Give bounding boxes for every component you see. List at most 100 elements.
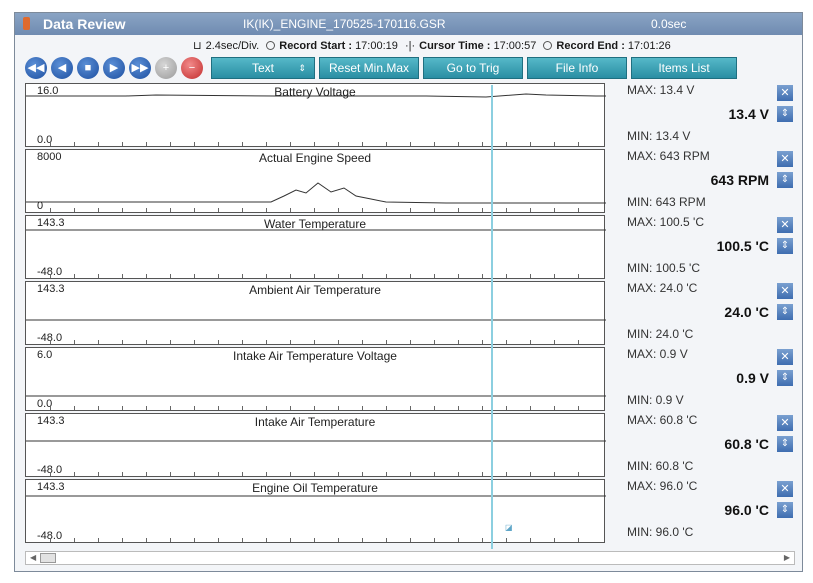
time-ticks [26,402,604,410]
max-value: MAX: 96.0 'C [627,479,698,493]
close-icon: ✕ [780,483,790,495]
remove-item-button[interactable]: ✕ [777,85,793,101]
remove-item-button[interactable]: ✕ [777,151,793,167]
panel-name: Water Temperature [263,217,367,231]
graph-panel-ambient-air-temperature[interactable]: 143.3 Ambient Air Temperature -48.0 [25,281,606,345]
reorder-item-button[interactable]: ⇕ [777,436,793,452]
time-div: 2.4sec/Div. [205,40,260,52]
time-tick [362,142,363,146]
rewind-button[interactable]: ◀◀ [25,57,47,79]
time-tick [170,208,171,212]
reset-minmax-button[interactable]: Reset Min.Max [319,57,419,79]
time-tick [98,472,99,476]
close-icon: ✕ [780,87,790,99]
remove-item-button[interactable]: ✕ [777,415,793,431]
time-tick [242,142,243,146]
max-value: MAX: 643 RPM [627,149,710,163]
scroll-left-icon[interactable]: ◀ [30,553,36,562]
spinner-icon: ⇕ [298,63,306,73]
time-tick [74,208,75,212]
value-row-water-temperature: MAX: 100.5 'C ✕ 100.5 'C ⇕ MIN: 100.5 'C [627,215,803,281]
time-tick [458,538,459,542]
time-tick [218,274,219,278]
time-tick [218,208,219,212]
time-tick [410,208,411,212]
up-down-icon: ⇕ [780,174,790,185]
file-name: IK(IK)_ENGINE_170525-170116.GSR [243,17,446,31]
horizontal-scrollbar[interactable]: ◀ ▶ [25,551,795,565]
file-info-button[interactable]: File Info [527,57,627,79]
time-tick [410,538,411,542]
play-button[interactable]: ▶ [103,57,125,79]
time-tick [506,340,507,344]
zoom-out-button[interactable]: − [181,57,203,79]
up-down-icon: ⇕ [780,108,790,119]
time-tick [458,340,459,344]
time-tick [386,340,387,344]
step-back-button[interactable]: ◀ [51,57,73,79]
stop-button[interactable]: ■ [77,57,99,79]
reorder-item-button[interactable]: ⇕ [777,370,793,386]
scroll-thumb[interactable] [40,553,56,563]
remove-item-button[interactable]: ✕ [777,481,793,497]
reorder-item-button[interactable]: ⇕ [777,304,793,320]
time-tick [506,472,507,476]
fast-forward-button[interactable]: ▶▶ [129,57,151,79]
time-tick [314,406,315,410]
graph-panel-intake-air-temp-voltage[interactable]: 6.0 Intake Air Temperature Voltage 0.0 [25,347,606,411]
time-tick [170,274,171,278]
time-tick [194,142,195,146]
time-tick [362,538,363,542]
close-icon: ✕ [780,285,790,297]
graph-panel-engine-speed[interactable]: 8000 Actual Engine Speed 0 [25,149,606,213]
graph-panel-engine-oil-temperature[interactable]: 143.3 Engine Oil Temperature -48.0 [25,479,606,543]
time-tick [266,340,267,344]
time-cursor[interactable] [491,85,493,549]
time-tick [50,274,51,278]
graph-panel-intake-air-temperature[interactable]: 143.3 Intake Air Temperature -48.0 [25,413,606,477]
cursor-handle-icon[interactable]: ◪ [505,523,513,532]
graph-area[interactable]: 16.0 Battery Voltage 0.0 8000 Actual Eng… [25,83,615,547]
reorder-item-button[interactable]: ⇕ [777,502,793,518]
time-tick [314,538,315,542]
time-tick [434,142,435,146]
time-tick [218,406,219,410]
up-down-icon: ⇕ [780,306,790,317]
record-start: 17:00:19 [355,40,398,52]
time-ticks [26,138,604,146]
text-mode-select[interactable]: Text ⇕ [211,57,315,79]
time-tick [410,142,411,146]
graph-panel-water-temperature[interactable]: 143.3 Water Temperature -48.0 [25,215,606,279]
panel-name: Ambient Air Temperature [249,283,381,297]
time-tick [242,472,243,476]
time-tick [386,406,387,410]
time-tick [434,406,435,410]
items-list-button[interactable]: Items List [631,57,737,79]
remove-item-button[interactable]: ✕ [777,349,793,365]
current-value: 60.8 'C [724,436,769,452]
remove-item-button[interactable]: ✕ [777,283,793,299]
goto-trig-button[interactable]: Go to Trig [423,57,523,79]
graph-panel-battery-voltage[interactable]: 16.0 Battery Voltage 0.0 [25,83,606,147]
reorder-item-button[interactable]: ⇕ [777,172,793,188]
value-row-ambient-air-temperature: MAX: 24.0 'C ✕ 24.0 'C ⇕ MIN: 24.0 'C [627,281,803,347]
time-tick [74,472,75,476]
scroll-right-icon[interactable]: ▶ [784,553,790,562]
reorder-item-button[interactable]: ⇕ [777,106,793,122]
reorder-item-button[interactable]: ⇕ [777,238,793,254]
zoom-in-button[interactable]: + [155,57,177,79]
panel-name: Engine Oil Temperature [252,481,378,495]
time-tick [146,142,147,146]
time-tick [170,406,171,410]
time-tick [314,274,315,278]
time-tick [50,538,51,542]
time-tick [530,406,531,410]
title-bar: Data Review IK(IK)_ENGINE_170525-170116.… [15,13,802,35]
clock-icon [266,41,276,50]
min-value: MIN: 60.8 'C [627,459,694,473]
min-value: MIN: 96.0 'C [627,525,694,539]
time-tick [74,538,75,542]
remove-item-button[interactable]: ✕ [777,217,793,233]
time-tick [146,208,147,212]
up-down-icon: ⇕ [780,240,790,251]
